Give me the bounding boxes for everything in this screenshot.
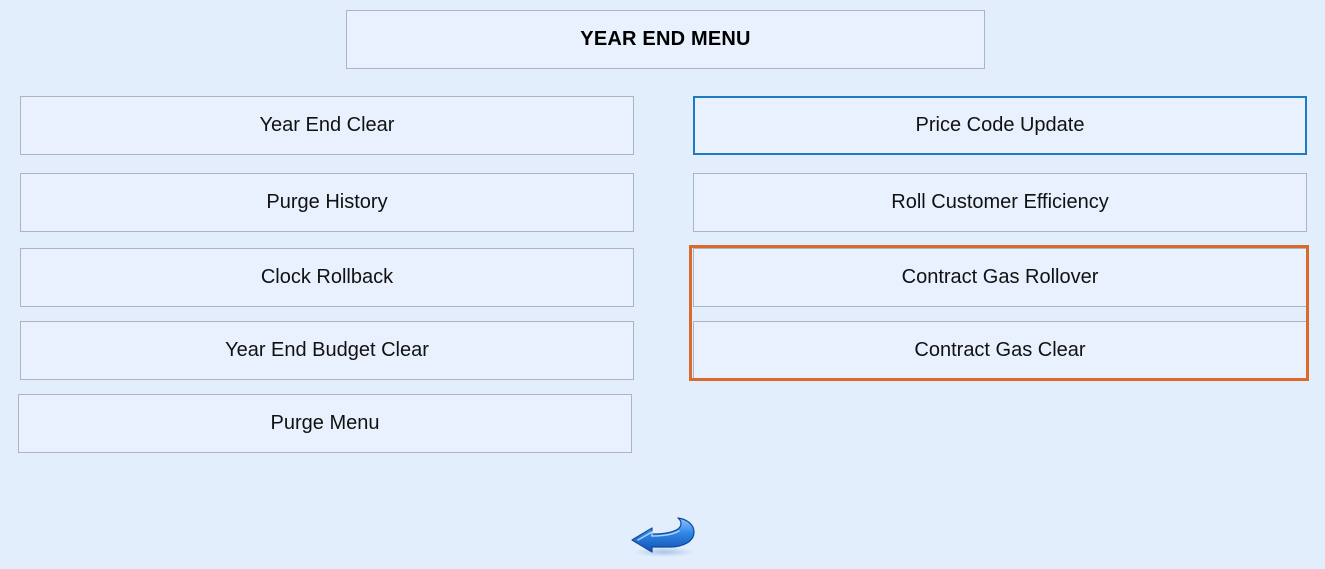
year-end-menu-screen: YEAR END MENU Year End Clear Purge Histo… bbox=[0, 0, 1325, 569]
clock-rollback-button[interactable]: Clock Rollback bbox=[20, 248, 634, 307]
purge-history-button[interactable]: Purge History bbox=[20, 173, 634, 232]
roll-customer-efficiency-button[interactable]: Roll Customer Efficiency bbox=[693, 173, 1307, 232]
contract-gas-rollover-button[interactable]: Contract Gas Rollover bbox=[693, 248, 1307, 307]
menu-title: YEAR END MENU bbox=[346, 10, 985, 69]
contract-gas-clear-button[interactable]: Contract Gas Clear bbox=[693, 321, 1307, 380]
back-arrow-icon bbox=[631, 517, 695, 557]
year-end-budget-clear-button[interactable]: Year End Budget Clear bbox=[20, 321, 634, 380]
purge-menu-button[interactable]: Purge Menu bbox=[18, 394, 632, 453]
price-code-update-button[interactable]: Price Code Update bbox=[693, 96, 1307, 155]
back-button[interactable] bbox=[628, 512, 700, 560]
year-end-clear-button[interactable]: Year End Clear bbox=[20, 96, 634, 155]
